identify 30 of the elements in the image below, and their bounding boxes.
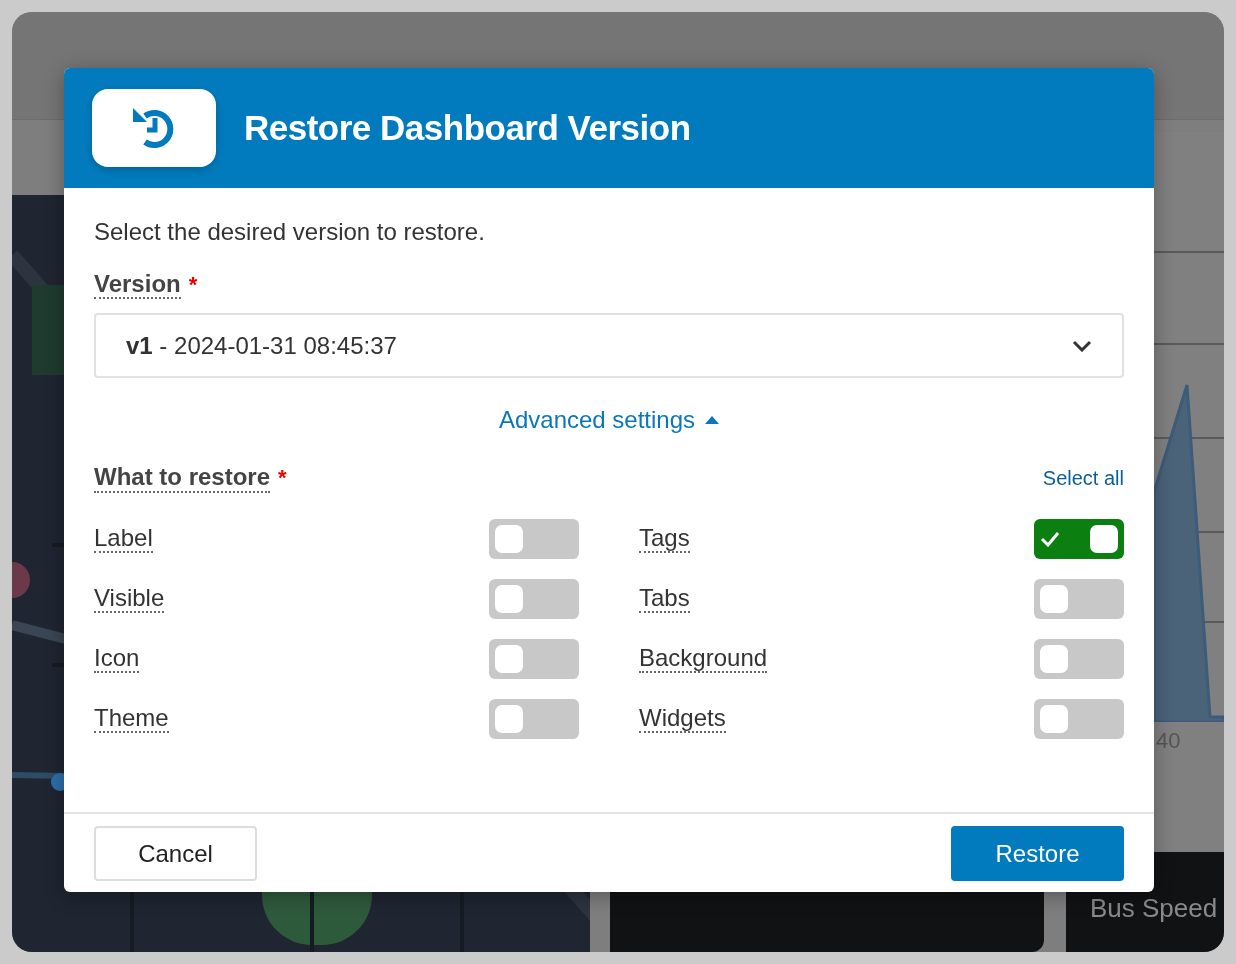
option-label: Icon (94, 644, 140, 673)
description: Select the desired version to restore. (94, 218, 486, 246)
required-mark: * (188, 272, 198, 298)
check-icon (1040, 530, 1060, 547)
advanced-settings-toggle[interactable]: Advanced settings (498, 406, 720, 435)
option-label: Theme (94, 704, 169, 733)
version-select[interactable]: v1 - 2024-01-31 08:45:37 (94, 313, 1124, 379)
toggle-switch[interactable] (1034, 698, 1124, 739)
option-label: Widgets (639, 704, 726, 733)
dialog-title: Restore Dashboard Version (244, 108, 691, 148)
option-label: Label (94, 524, 153, 553)
section-label: What to restore (94, 464, 270, 493)
restore-button[interactable]: Restore (951, 826, 1124, 881)
toggle-switch[interactable] (489, 518, 579, 559)
option-label: Tags (639, 524, 690, 553)
toggle-switch[interactable] (489, 578, 579, 619)
caret-icon (705, 416, 720, 425)
chevron-down-icon (1072, 339, 1092, 352)
option-label: Tabs (639, 584, 690, 613)
cancel-button[interactable]: Cancel (94, 826, 257, 881)
toggle-switch[interactable] (1034, 578, 1124, 619)
toggle-switch[interactable] (489, 638, 579, 679)
required-mark: * (278, 465, 287, 492)
option-label: Background (639, 644, 768, 673)
toggle-switch[interactable] (1034, 638, 1124, 679)
toggle-switch[interactable] (489, 698, 579, 739)
select-all-link[interactable]: Select all (1042, 467, 1124, 491)
option-label: Visible (94, 584, 165, 613)
field-label: Version (94, 271, 181, 300)
toggle-switch[interactable] (1034, 518, 1124, 559)
